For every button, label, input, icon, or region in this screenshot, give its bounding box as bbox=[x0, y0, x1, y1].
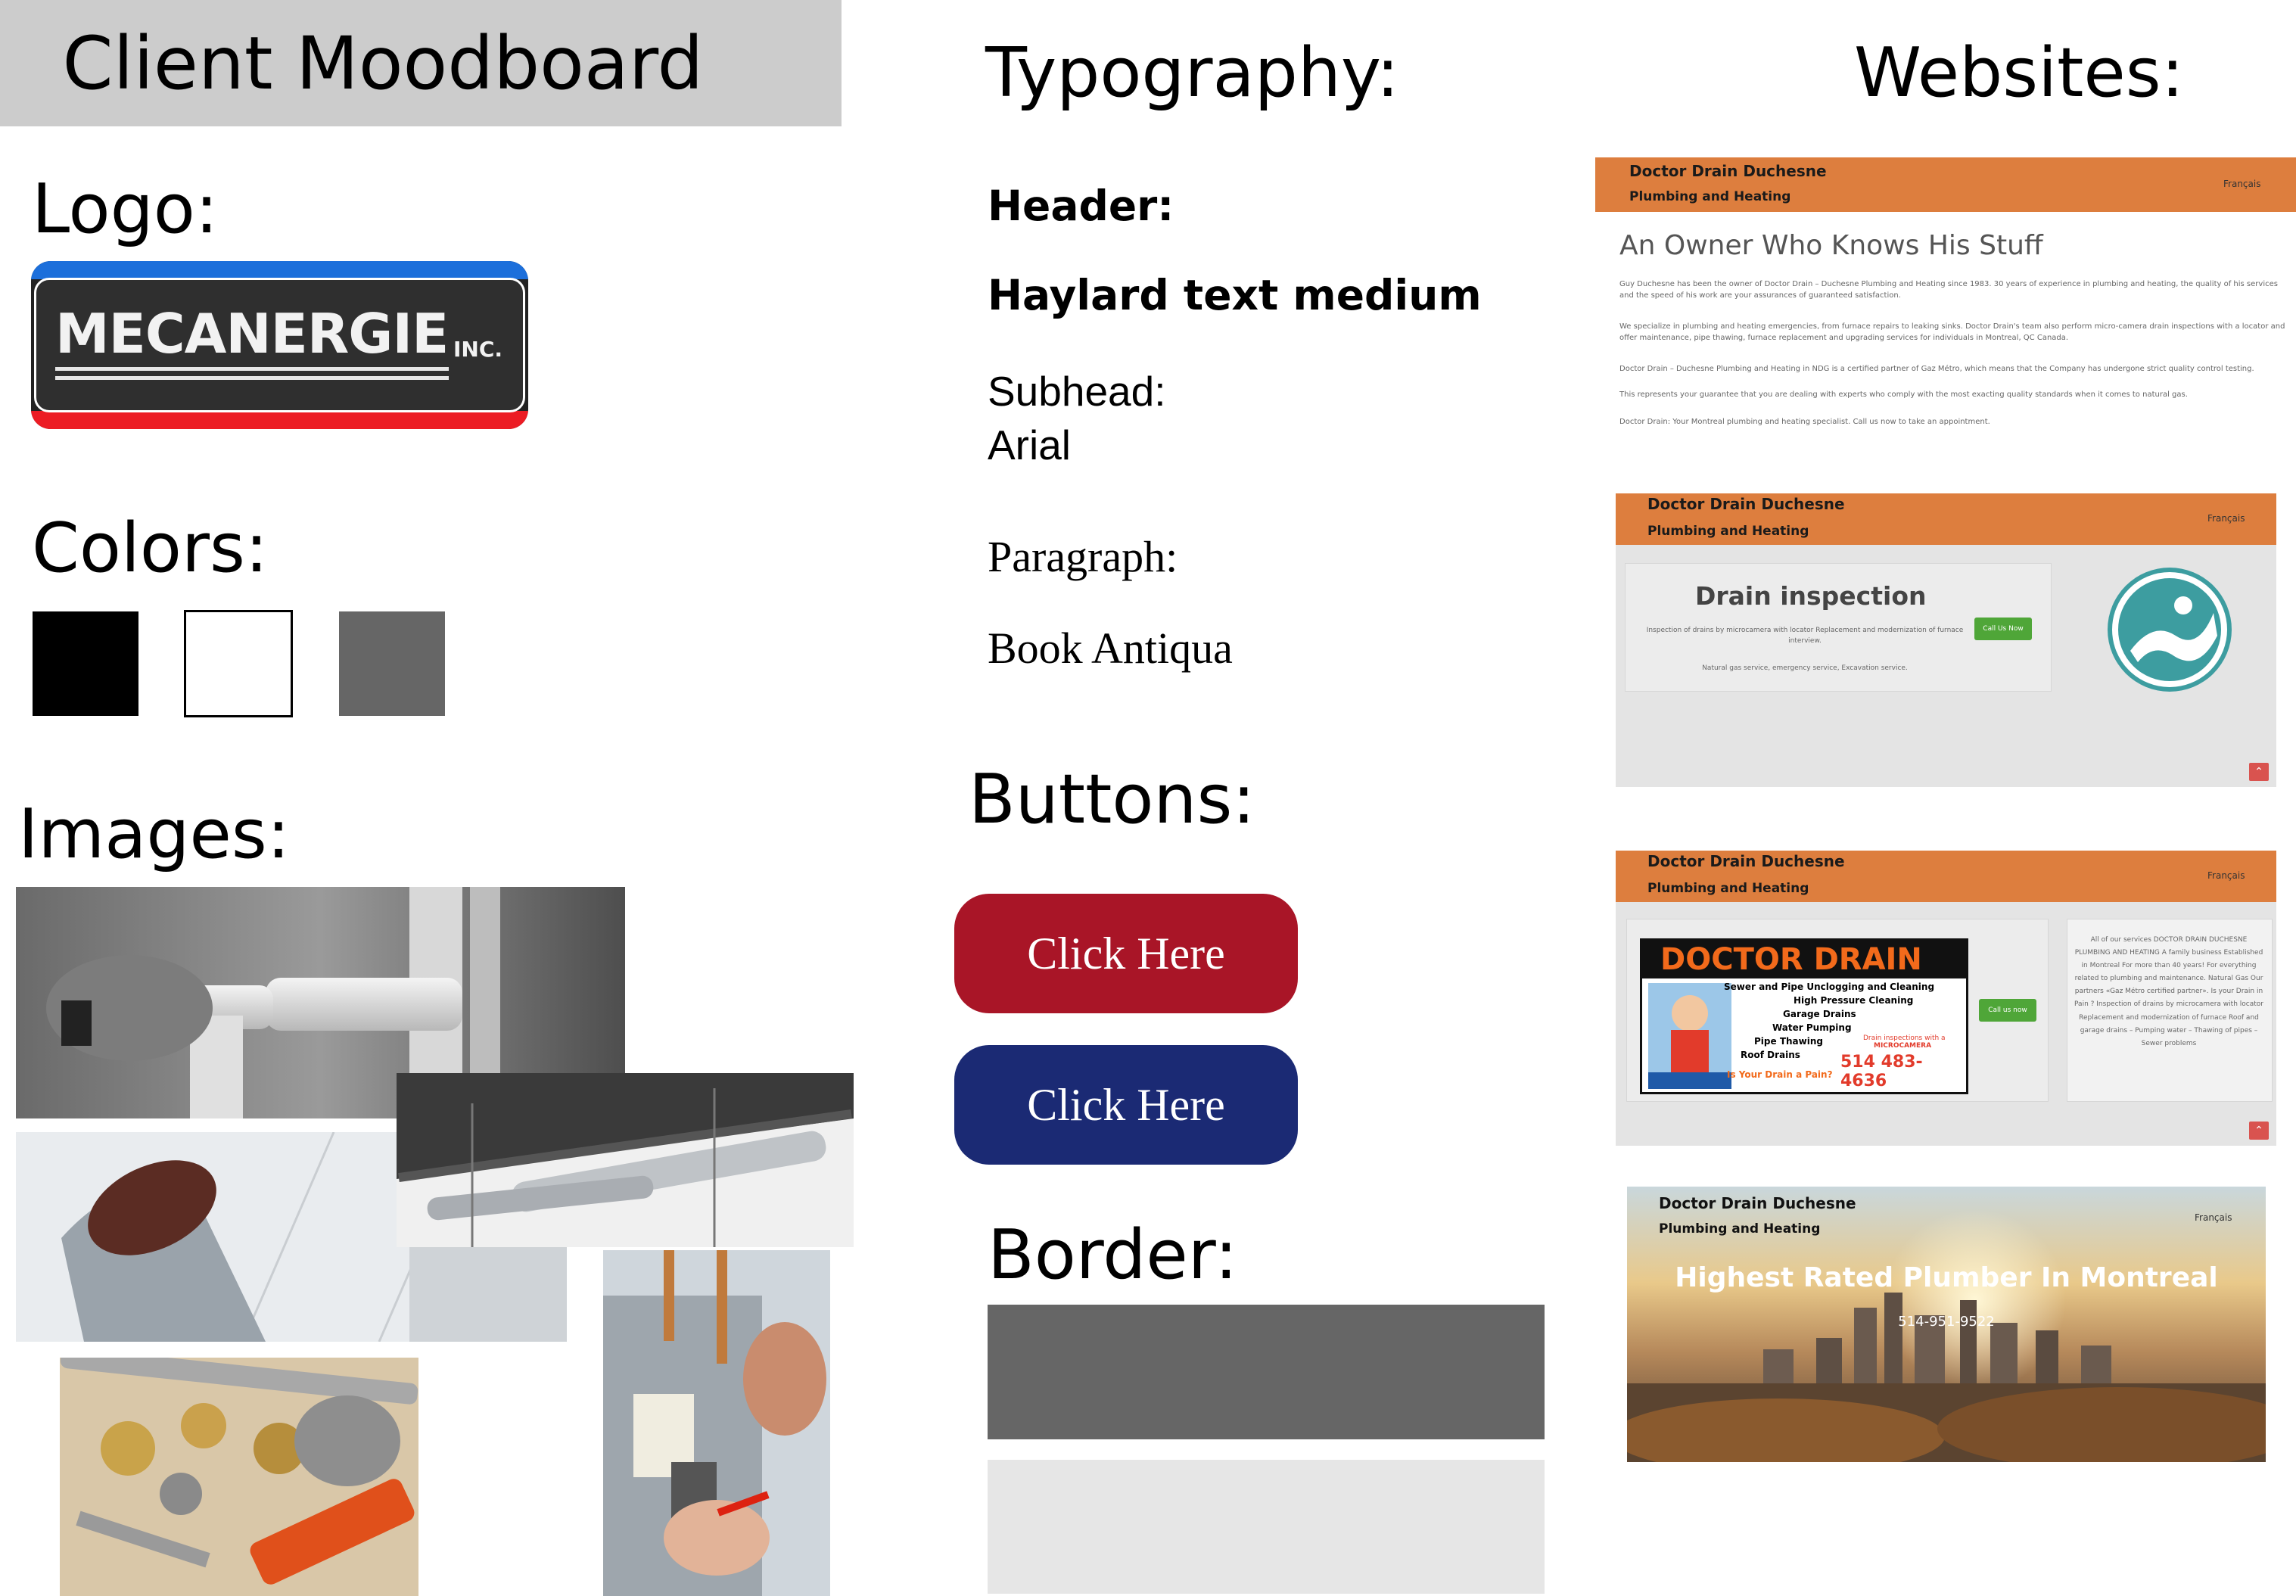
website-mockup-3: Doctor Drain Duchesne Plumbing and Heati… bbox=[1616, 851, 2276, 1146]
ad-plumber-mascot-icon bbox=[1648, 983, 1731, 1089]
site1-heading: An Owner Who Knows His Stuff bbox=[1619, 230, 2043, 261]
ad-service-2: High Pressure Cleaning bbox=[1794, 995, 1914, 1006]
site1-tagline: Plumbing and Heating bbox=[1629, 189, 1791, 204]
header-label: Header: bbox=[988, 182, 1174, 230]
sample-button-red[interactable]: Click Here bbox=[954, 894, 1298, 1013]
ad-slogan: Is Your Drain a Pain? bbox=[1727, 1069, 1833, 1080]
image-ceiling-ducts bbox=[397, 1073, 854, 1247]
site4-phone[interactable]: 514-951-9522 bbox=[1627, 1314, 2266, 1330]
site3-scroll-top-button[interactable]: ⌃ bbox=[2249, 1122, 2269, 1140]
ad-phone: 514 483-4636 bbox=[1840, 1053, 1923, 1090]
paragraph-font-sample: Book Antiqua bbox=[988, 624, 1233, 673]
site3-tagline: Plumbing and Heating bbox=[1647, 881, 1809, 896]
site1-paragraph-2: We specialize in plumbing and heating em… bbox=[1619, 322, 2285, 342]
site2-language-link[interactable]: Français bbox=[2207, 513, 2245, 524]
site1-brand: Doctor Drain Duchesne bbox=[1629, 162, 1827, 180]
color-swatch-white bbox=[184, 610, 293, 717]
image-water-heater bbox=[603, 1250, 830, 1596]
site2-scroll-top-button[interactable]: ⌃ bbox=[2249, 763, 2269, 781]
website-mockup-2: Doctor Drain Duchesne Plumbing and Heati… bbox=[1616, 493, 2276, 787]
ad-service-1: Sewer and Pipe Unclogging and Cleaning bbox=[1724, 982, 1935, 992]
ad-title: DOCTOR DRAIN bbox=[1660, 942, 1922, 977]
site2-brand: Doctor Drain Duchesne bbox=[1647, 495, 1845, 513]
site1-paragraph-3: Doctor Drain – Duchesne Plumbing and Hea… bbox=[1619, 365, 2254, 373]
ad-service-4: Water Pumping bbox=[1772, 1022, 1852, 1033]
site1-paragraph-4: This represents your guarantee that you … bbox=[1619, 390, 2188, 399]
site3-services-text: All of our services DOCTOR DRAIN DUCHESN… bbox=[2074, 936, 2263, 1047]
websites-heading: Websites: bbox=[1854, 33, 2184, 113]
image-plumbing-tools bbox=[60, 1358, 418, 1596]
ad-service-5: Pipe Thawing bbox=[1754, 1036, 1823, 1047]
color-swatch-black bbox=[33, 611, 138, 716]
site2-call-button[interactable]: Call Us Now bbox=[1974, 618, 2032, 640]
site1-paragraph-5: Doctor Drain: Your Montreal plumbing and… bbox=[1619, 418, 1990, 426]
typography-heading: Typography: bbox=[985, 33, 1399, 113]
site2-heading: Drain inspection bbox=[1695, 581, 1927, 611]
site2-tagline: Plumbing and Heating bbox=[1647, 524, 1809, 539]
buttons-heading: Buttons: bbox=[969, 760, 1255, 839]
site4-hero-heading: Highest Rated Plumber In Montreal bbox=[1675, 1262, 2218, 1293]
site1-paragraph-1: Guy Duchesne has been the owner of Docto… bbox=[1619, 280, 2278, 300]
ad-service-3: Garage Drains bbox=[1783, 1009, 1856, 1019]
site2-drain-logo-icon bbox=[2108, 568, 2232, 692]
ad-service-6: Roof Drains bbox=[1741, 1050, 1800, 1060]
site3-call-button[interactable]: Call us now bbox=[1979, 999, 2036, 1022]
border-sample-light bbox=[988, 1460, 1545, 1594]
site2-description: Inspection of drains by microcamera with… bbox=[1646, 627, 1964, 645]
site4-language-link[interactable]: Français bbox=[2195, 1212, 2232, 1223]
page-title: Client Moodboard bbox=[62, 21, 704, 106]
logo-suffix: INC. bbox=[453, 337, 503, 362]
subhead-font-sample: Arial bbox=[988, 422, 1072, 468]
header-font-sample: Haylard text medium bbox=[988, 271, 1482, 319]
border-heading: Border: bbox=[988, 1215, 1238, 1295]
site4-brand: Doctor Drain Duchesne bbox=[1659, 1194, 1856, 1212]
colors-heading: Colors: bbox=[32, 509, 269, 588]
sample-button-blue[interactable]: Click Here bbox=[954, 1045, 1298, 1165]
logo-wordmark: MECANERGIE bbox=[55, 302, 449, 366]
site1-language-link[interactable]: Français bbox=[2223, 179, 2260, 189]
logo-heading: Logo: bbox=[32, 170, 219, 249]
border-sample-dark bbox=[988, 1305, 1545, 1439]
website-mockup-1: Doctor Drain Duchesne Plumbing and Heati… bbox=[1595, 157, 2296, 460]
site2-services: Natural gas service, emergency service, … bbox=[1702, 664, 1908, 672]
client-logo: MECANERGIE INC. bbox=[31, 261, 528, 429]
color-swatch-gray bbox=[339, 611, 445, 716]
site3-doctor-drain-ad: DOCTOR DRAIN Sewer and Pipe Unclogging a… bbox=[1640, 938, 1968, 1094]
subhead-label: Subhead: bbox=[988, 368, 1166, 415]
ad-camera-text-2: MICROCAMERA bbox=[1874, 1042, 1932, 1050]
site3-language-link[interactable]: Français bbox=[2207, 870, 2245, 881]
ad-camera-text: Drain inspections with a bbox=[1863, 1034, 1946, 1042]
site3-brand: Doctor Drain Duchesne bbox=[1647, 852, 1845, 870]
paragraph-label: Paragraph: bbox=[988, 532, 1178, 581]
website-mockup-4: Doctor Drain Duchesne Plumbing and Heati… bbox=[1627, 1187, 2266, 1462]
site4-tagline: Plumbing and Heating bbox=[1659, 1221, 1821, 1237]
images-heading: Images: bbox=[18, 795, 291, 874]
